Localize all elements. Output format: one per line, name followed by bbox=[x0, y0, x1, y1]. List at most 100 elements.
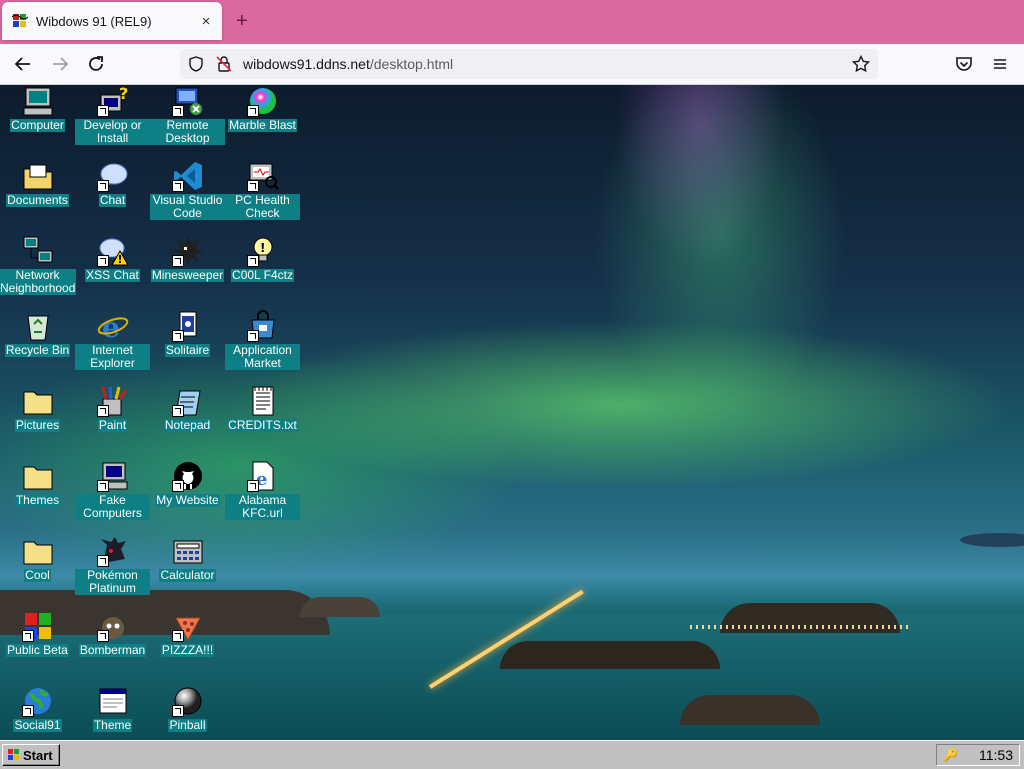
network-neighborhood-icon bbox=[23, 236, 52, 263]
back-arrow-icon bbox=[14, 57, 30, 71]
desktop-icon-cool[interactable]: Cool bbox=[0, 535, 75, 582]
cool-folder-icon bbox=[23, 541, 52, 565]
desktop-icon-xss-chat[interactable]: XSS Chat bbox=[75, 235, 150, 282]
desktop-icon-social91[interactable]: Social91 bbox=[0, 685, 75, 732]
url-host: wibdows91.ddns.net bbox=[243, 56, 370, 72]
browser-tab[interactable]: Wibdows 91 (REL9) × bbox=[2, 2, 222, 40]
bookmark-star-icon[interactable] bbox=[852, 55, 870, 73]
icon-label: PIZZZA!!! bbox=[160, 643, 215, 657]
browser-tab-bar: Wibdows 91 (REL9) × + bbox=[0, 0, 1024, 44]
desktop-icon-cool-facts[interactable]: ! C00L F4ctz bbox=[225, 235, 300, 282]
desktop-icon-pc-health-check[interactable]: PC Health Check bbox=[225, 160, 300, 220]
desktop-icon-marble-blast[interactable]: Marble Blast bbox=[225, 85, 300, 132]
calculator-icon bbox=[173, 540, 202, 564]
forward-button[interactable] bbox=[48, 52, 72, 76]
shortcut-arrow-icon bbox=[246, 480, 259, 492]
icon-label: Pokémon Platinum bbox=[75, 569, 150, 595]
icon-label: Develop or Install bbox=[75, 119, 150, 145]
shortcut-arrow-icon bbox=[96, 405, 109, 417]
shortcut-arrow-icon bbox=[246, 180, 259, 192]
desktop-wallpaper[interactable]: Computer ? Develop or Install Remote Des… bbox=[0, 85, 1024, 740]
desktop-icon-my-website[interactable]: My Website bbox=[150, 460, 225, 507]
desktop-icon-fake-computers[interactable]: Fake Computers bbox=[75, 460, 150, 520]
wallpaper-land bbox=[500, 641, 720, 669]
icon-label: Theme bbox=[92, 718, 133, 732]
tab-title: Wibdows 91 (REL9) bbox=[36, 13, 152, 29]
desktop-icon-public-beta[interactable]: Public Beta bbox=[0, 610, 75, 657]
shortcut-arrow-icon bbox=[96, 555, 109, 567]
icon-label: Chat bbox=[98, 193, 127, 207]
icon-label: Documents bbox=[6, 193, 69, 207]
desktop-icon-credits-txt[interactable]: CREDITS.txt bbox=[225, 385, 300, 432]
icon-label: Fake Computers bbox=[75, 494, 150, 520]
desktop-icon-pokemon-platinum[interactable]: Pokémon Platinum bbox=[75, 535, 150, 595]
url-bar[interactable]: wibdows91.ddns.net/desktop.html bbox=[180, 49, 878, 79]
desktop-icon-theme[interactable]: Theme bbox=[75, 685, 150, 732]
back-button[interactable] bbox=[11, 52, 35, 76]
shield-icon[interactable] bbox=[188, 56, 204, 72]
icon-label: CREDITS.txt bbox=[227, 418, 298, 432]
text-file-icon bbox=[252, 386, 273, 416]
icon-label: Pictures bbox=[14, 418, 61, 432]
desktop-icon-computer[interactable]: Computer bbox=[0, 85, 75, 132]
pictures-folder-icon bbox=[23, 391, 52, 415]
menu-button[interactable] bbox=[988, 52, 1012, 76]
start-label: Start bbox=[23, 747, 53, 763]
url-path: /desktop.html bbox=[369, 56, 454, 72]
desktop-icon-develop-install[interactable]: ? Develop or Install bbox=[75, 85, 150, 145]
shortcut-arrow-icon bbox=[96, 180, 109, 192]
desktop-icon-notepad[interactable]: Notepad bbox=[150, 385, 225, 432]
internet-explorer-icon: e bbox=[97, 311, 128, 342]
recycle-bin-icon bbox=[26, 315, 49, 341]
icon-label: Themes bbox=[14, 493, 61, 507]
icon-label: Visual Studio Code bbox=[150, 194, 225, 220]
desktop-icon-alabama-kfc-url[interactable]: e Alabama KFC.url bbox=[225, 460, 300, 520]
pocket-button[interactable] bbox=[952, 52, 976, 76]
key-icon[interactable]: 🔑 bbox=[943, 748, 958, 762]
svg-text:?: ? bbox=[119, 85, 128, 103]
wallpaper-land bbox=[300, 597, 380, 617]
desktop-icon-vscode[interactable]: Visual Studio Code bbox=[150, 160, 225, 220]
icon-label: Alabama KFC.url bbox=[225, 494, 300, 520]
desktop-icon-calculator[interactable]: Calculator bbox=[150, 535, 225, 582]
icon-label: Pinball bbox=[168, 718, 207, 732]
pocket-icon bbox=[956, 57, 972, 71]
desktop-icon-chat[interactable]: Chat bbox=[75, 160, 150, 207]
desktop-icon-pictures[interactable]: Pictures bbox=[0, 385, 75, 432]
desktop-icon-minesweeper[interactable]: Minesweeper bbox=[150, 235, 225, 282]
desktop-icon-bomberman[interactable]: Bomberman bbox=[75, 610, 150, 657]
computer-icon bbox=[23, 87, 52, 116]
icon-label: Recycle Bin bbox=[4, 343, 71, 357]
clock[interactable]: 11:53 bbox=[979, 747, 1013, 763]
shortcut-arrow-icon bbox=[171, 480, 184, 492]
desktop-icon-application-market[interactable]: Application Market bbox=[225, 310, 300, 370]
desktop-icon-solitaire[interactable]: Solitaire bbox=[150, 310, 225, 357]
desktop-icon-pizza[interactable]: PIZZZA!!! bbox=[150, 610, 225, 657]
icon-label: PC Health Check bbox=[225, 194, 300, 220]
theme-window-icon bbox=[99, 688, 126, 714]
insecure-lock-icon[interactable] bbox=[216, 56, 232, 72]
shortcut-arrow-icon bbox=[246, 330, 259, 342]
desktop-icon-themes[interactable]: Themes bbox=[0, 460, 75, 507]
start-button[interactable]: Start bbox=[2, 744, 60, 766]
new-tab-button[interactable]: + bbox=[236, 11, 248, 31]
desktop-icon-network-neighborhood[interactable]: Network Neighborhood bbox=[0, 235, 76, 295]
desktop-icon-internet-explorer[interactable]: e Internet Explorer bbox=[75, 310, 150, 370]
shortcut-arrow-icon bbox=[96, 255, 109, 267]
desktop-icon-pinball[interactable]: Pinball bbox=[150, 685, 225, 732]
url-text[interactable]: wibdows91.ddns.net/desktop.html bbox=[243, 56, 453, 72]
icon-label: Cool bbox=[24, 568, 51, 582]
documents-folder-icon bbox=[23, 164, 52, 190]
shortcut-arrow-icon bbox=[96, 105, 109, 117]
icon-label: Network Neighborhood bbox=[0, 268, 76, 295]
desktop-icon-documents[interactable]: Documents bbox=[0, 160, 75, 207]
svg-text:e: e bbox=[102, 311, 120, 342]
desktop-icon-recycle-bin[interactable]: Recycle Bin bbox=[0, 310, 75, 357]
desktop-icon-paint[interactable]: Paint bbox=[75, 385, 150, 432]
shortcut-arrow-icon bbox=[96, 630, 109, 642]
close-tab-icon[interactable]: × bbox=[196, 13, 216, 30]
icon-label: Computer bbox=[10, 118, 65, 132]
icon-label: Public Beta bbox=[6, 643, 69, 657]
desktop-icon-remote-desktop[interactable]: Remote Desktop bbox=[150, 85, 225, 145]
reload-button[interactable] bbox=[84, 52, 108, 76]
